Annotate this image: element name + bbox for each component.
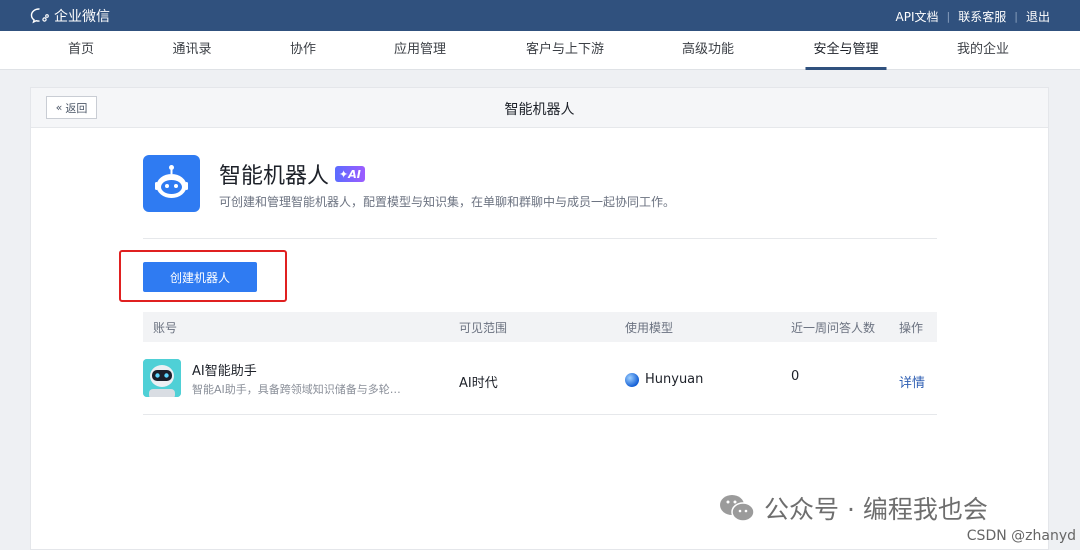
bot-description: 智能AI助手，具备跨领域知识储备与多轮… (192, 383, 401, 396)
robot-icon (143, 155, 200, 212)
api-docs-link[interactable]: API文档 (896, 8, 939, 25)
avatar (143, 359, 181, 397)
nav-app-management[interactable]: 应用管理 (394, 31, 446, 70)
top-bar: 企业微信 API文档 | 联系客服 | 退出 (0, 0, 1080, 31)
page-title: 智能机器人 (504, 102, 575, 118)
brand-name: 企业微信 (54, 9, 110, 25)
app-heading: 智能机器人 ✦ AI (219, 158, 365, 190)
nav-customers[interactable]: 客户与上下游 (526, 31, 604, 70)
content-card: « 返回 智能机器人 智能机器人 ✦ AI 可创建和管理智能机器人，配置模型与知识… (30, 87, 1049, 550)
model-name: Hunyuan (645, 372, 704, 387)
table-row[interactable]: AI智能助手 智能AI助手，具备跨领域知识储备与多轮… AI时代 Hunyuan… (143, 342, 937, 415)
divider: | (1014, 10, 1018, 23)
nav-security-management[interactable]: 安全与管理 (805, 31, 887, 70)
logout-link[interactable]: 退出 (1026, 8, 1050, 25)
watermark-text: 公众号 · 编程我也会 (764, 495, 988, 524)
table-header: 账号 可见范围 使用模型 近一周问答人数 操作 (143, 312, 937, 342)
nav-home[interactable]: 首页 (68, 31, 94, 70)
model-cell: Hunyuan (625, 372, 703, 387)
top-links: API文档 | 联系客服 | 退出 (896, 8, 1050, 25)
bot-name: AI智能助手 (192, 364, 257, 379)
brand[interactable]: 企业微信 (30, 6, 110, 26)
nav-collaboration[interactable]: 协作 (290, 31, 316, 70)
hunyuan-icon (625, 372, 639, 387)
wechat-icon (720, 495, 755, 522)
section-divider (143, 238, 937, 239)
scope-value: AI时代 (459, 376, 498, 391)
details-link[interactable]: 详情 (899, 372, 925, 391)
contact-support-link[interactable]: 联系客服 (958, 8, 1006, 25)
create-robot-button[interactable]: 创建机器人 (143, 262, 257, 292)
app-name: 智能机器人 (219, 164, 330, 189)
column-weekly-users: 近一周问答人数 (791, 321, 876, 335)
column-scope: 可见范围 (459, 321, 508, 335)
column-account: 账号 (153, 321, 178, 335)
card-header: « 返回 智能机器人 (31, 88, 1048, 128)
nav-my-company[interactable]: 我的企业 (957, 31, 1009, 70)
wecom-logo-icon (30, 8, 49, 24)
ai-badge: ✦ AI (335, 166, 365, 182)
csdn-watermark: CSDN @zhanyd (966, 528, 1076, 544)
weekly-users-value: 0 (791, 369, 800, 384)
column-actions: 操作 (899, 321, 924, 335)
ai-badge-label: AI (348, 167, 361, 181)
column-model: 使用模型 (625, 321, 674, 335)
app-description: 可创建和管理智能机器人，配置模型与知识集，在单聊和群聊中与成员一起协同工作。 (219, 195, 676, 209)
main-nav: 首页 通讯录 协作 应用管理 客户与上下游 高级功能 安全与管理 我的企业 (0, 31, 1080, 70)
nav-advanced[interactable]: 高级功能 (682, 31, 734, 70)
nav-contacts[interactable]: 通讯录 (172, 31, 211, 70)
divider: | (946, 10, 951, 23)
watermark: 公众号 · 编程我也会 (718, 490, 988, 526)
